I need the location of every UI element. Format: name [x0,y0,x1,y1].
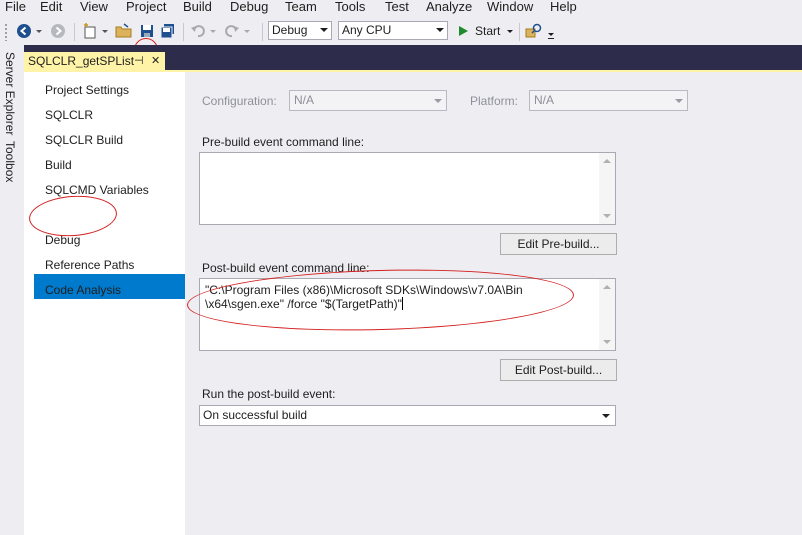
prebuild-scrollbar[interactable] [599,153,615,224]
platform-value: N/A [534,93,555,107]
redo-dropdown-icon[interactable] [242,21,252,41]
configuration-label: Configuration: [202,94,277,108]
undo-icon[interactable] [188,21,208,41]
menu-window[interactable]: Window [487,0,533,14]
toolbar-grip[interactable] [4,23,8,41]
menu-build[interactable]: Build [183,0,212,14]
solution-platform-combo[interactable]: Any CPU [338,21,448,40]
toolbox-tab[interactable]: Toolbox [3,141,17,182]
nav-item-code-analysis[interactable]: Code Analysis [45,283,121,297]
chevron-down-icon [320,28,328,32]
prebuild-textbox[interactable] [199,152,616,225]
build-events-page: Configuration: N/A Platform: N/A Pre-bui… [185,72,802,535]
menu-tools[interactable]: Tools [335,0,365,14]
chevron-down-icon [675,99,683,103]
back-icon[interactable] [14,21,34,41]
solution-configuration-combo[interactable]: Debug [268,21,332,40]
configuration-combo: N/A [289,90,447,111]
nav-item-build-events[interactable]: Build Events [45,208,112,222]
scroll-up-icon[interactable] [603,285,611,289]
redo-icon[interactable] [222,21,242,41]
platform-label: Platform: [470,94,519,108]
pin-icon[interactable]: ⊣ [134,52,144,71]
side-tab-strip: Server Explorer Toolbox [0,45,24,535]
nav-item-sqlclr-build[interactable]: SQLCLR Build [45,133,123,147]
play-icon [459,25,468,36]
run-postbuild-value: On successful build [203,408,308,422]
run-postbuild-select[interactable]: On successful build [199,405,616,426]
text-caret [401,297,403,310]
solution-platform-value: Any CPU [342,23,392,37]
nav-item-project-settings[interactable]: Project Settings [45,83,129,97]
menu-analyze[interactable]: Analyze [426,0,472,14]
run-postbuild-label: Run the post-build event: [202,387,336,401]
menu-view[interactable]: View [80,0,108,14]
document-tab[interactable]: SQLCLR_getSPList ⊣ ✕ [24,52,165,71]
toolbar-separator [262,23,263,41]
solution-configuration-value: Debug [272,23,308,37]
new-project-dropdown-icon[interactable] [100,21,110,41]
scroll-up-icon[interactable] [603,159,611,163]
property-page-nav: Project Settings SQLCLR SQLCLR Build Bui… [24,72,209,535]
nav-item-sqlclr[interactable]: SQLCLR [45,108,93,122]
save-icon[interactable] [137,21,157,41]
platform-combo: N/A [529,90,688,111]
toolbar-separator [74,23,75,41]
find-icon[interactable] [524,21,544,41]
forward-icon[interactable] [48,21,68,41]
scroll-down-icon[interactable] [603,214,611,218]
start-label: Start [475,23,501,38]
menu-team[interactable]: Team [285,0,317,14]
postbuild-textbox[interactable]: "C:\Program Files (x86)\Microsoft SDKs\W… [199,278,616,351]
chevron-down-icon[interactable] [506,27,514,35]
toolbar-separator [519,23,520,41]
nav-item-debug[interactable]: Debug [45,233,80,247]
menu-file[interactable]: File [5,0,26,14]
toolbar-separator [183,23,184,41]
postbuild-scrollbar[interactable] [599,279,615,350]
new-project-icon[interactable] [80,21,100,41]
menu-help[interactable]: Help [550,0,577,14]
server-explorer-tab[interactable]: Server Explorer [3,52,17,135]
nav-item-build[interactable]: Build [45,158,72,172]
undo-dropdown-icon[interactable] [208,21,218,41]
close-icon[interactable]: ✕ [151,52,160,71]
toolbar-overflow-icon[interactable] [546,25,556,45]
nav-item-reference-paths[interactable]: Reference Paths [45,258,134,272]
edit-postbuild-button[interactable]: Edit Post-build... [500,359,617,381]
configuration-value: N/A [294,93,315,107]
postbuild-value-container: "C:\Program Files (x86)\Microsoft SDKs\W… [205,283,605,311]
menu-edit[interactable]: Edit [40,0,62,14]
postbuild-label: Post-build event command line: [202,261,370,275]
menu-project[interactable]: Project [126,0,166,14]
open-folder-icon[interactable] [114,21,134,41]
edit-prebuild-button[interactable]: Edit Pre-build... [500,233,617,255]
prebuild-label: Pre-build event command line: [202,135,365,149]
chevron-down-icon [602,414,610,418]
scroll-down-icon[interactable] [603,340,611,344]
chevron-down-icon [434,99,442,103]
save-all-icon[interactable] [158,21,178,41]
document-tab-title: SQLCLR_getSPList [28,54,135,68]
postbuild-value: "C:\Program Files (x86)\Microsoft SDKs\W… [205,283,523,311]
chevron-down-icon [436,28,444,32]
start-button[interactable]: Start [457,21,514,40]
menu-test[interactable]: Test [385,0,409,14]
back-dropdown-icon[interactable] [34,21,44,41]
menu-bar: File Edit View Project Build Debug Team … [0,0,802,18]
menu-debug[interactable]: Debug [230,0,268,14]
nav-item-sqlcmd-variables[interactable]: SQLCMD Variables [45,183,149,197]
